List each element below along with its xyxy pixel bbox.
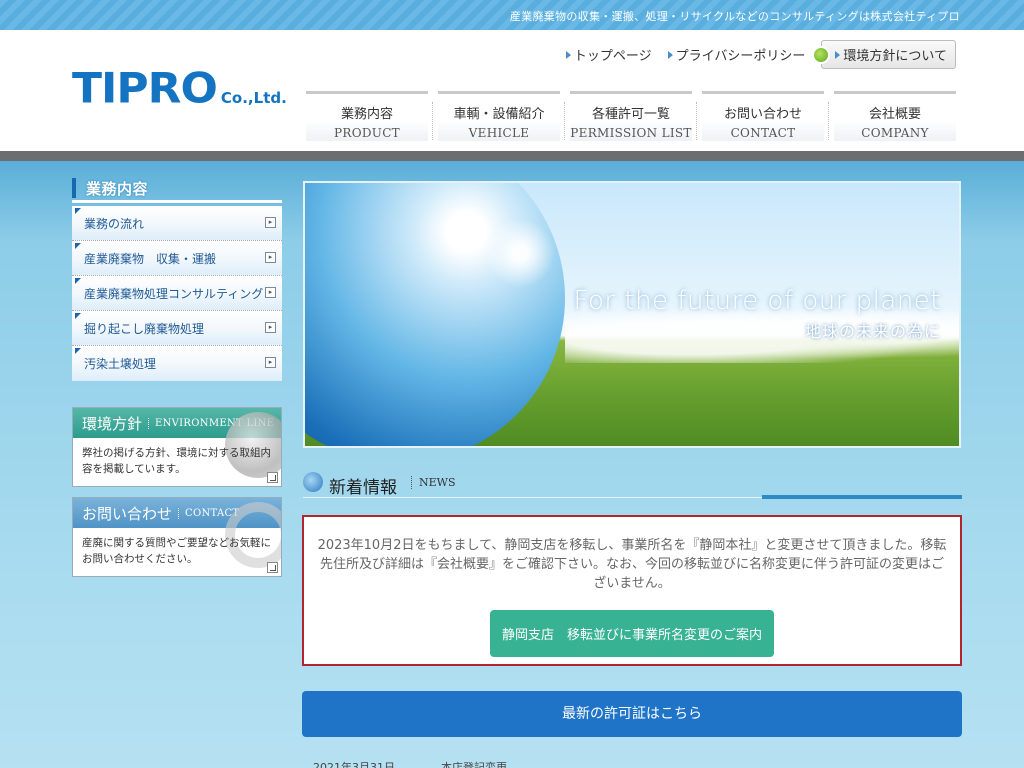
banner-text: 弊社の掲げる方針、環境に対する取組内容を掲載しています。 xyxy=(82,447,271,475)
nav-label-en: VEHICLE xyxy=(468,126,530,140)
relocation-notice: 2023年10月2日をもちまして、静岡支店を移転し、事業所名を『静岡本社』と変更… xyxy=(302,515,962,666)
privacy-link[interactable]: プライバシーポリシー xyxy=(667,45,806,64)
environment-banner[interactable]: 環境方針 ENVIRONMENT LINE 弊社の掲げる方針、環境に対する取組内… xyxy=(72,407,282,487)
latest-permit-button[interactable]: 最新の許可証はこちら xyxy=(302,691,962,737)
site-tagline: 産業廃棄物の収集・運搬、処理・リサイクルなどのコンサルティングは株式会社ティプロ xyxy=(509,10,960,23)
notice-text: 2023年10月2日をもちまして、静岡支店を移転し、事業所名を『静岡本社』と変更… xyxy=(317,538,947,591)
news-item-title: 本店登記変更 xyxy=(441,761,507,768)
sidebar-item-contaminated-soil[interactable]: 汚染土壌処理 ▸ xyxy=(72,346,282,381)
sidebar-item-workflow[interactable]: 業務の流れ ▸ xyxy=(72,206,282,241)
news-title-en: NEWS xyxy=(411,476,456,489)
pen-icon xyxy=(303,472,323,492)
relocation-notice-button[interactable]: 静岡支店 移転並びに事業所名変更のご案内 xyxy=(489,610,774,657)
nav-permission-list[interactable]: 各種許可一覧 PERMISSION LIST xyxy=(564,91,692,141)
sidebar-item-label: 掘り起こし廃棄物処理 xyxy=(84,321,205,336)
nav-label-ja: 業務内容 xyxy=(340,107,393,122)
arrow-corner-icon xyxy=(267,562,278,573)
nav-label-en: PRODUCT xyxy=(334,126,400,140)
sidebar-item-label: 産業廃棄物 収集・運搬 xyxy=(84,251,217,266)
sidebar-item-consulting[interactable]: 産業廃棄物処理コンサルティング ▸ xyxy=(72,276,282,311)
logo-main-text: TIPRO xyxy=(72,64,218,113)
banner-title: お問い合わせ xyxy=(82,504,173,523)
nav-label-en: PERMISSION LIST xyxy=(570,126,692,140)
logo-sub-text: Co.,Ltd. xyxy=(220,89,287,107)
arrow-corner-icon xyxy=(267,472,278,483)
arrow-icon xyxy=(565,50,571,59)
sidebar: 業務内容 業務の流れ ▸ 産業廃棄物 収集・運搬 ▸ 産業廃棄物処理コンサルティ… xyxy=(72,178,282,381)
nav-label-ja: お問い合わせ xyxy=(723,107,802,122)
top-page-link[interactable]: トップページ xyxy=(565,45,652,64)
global-nav: 業務内容 PRODUCT 車輌・設備紹介 VEHICLE 各種許可一覧 PERM… xyxy=(306,91,956,141)
chevron-right-icon: ▸ xyxy=(265,252,276,263)
chevron-right-icon: ▸ xyxy=(265,322,276,333)
nav-label-en: CONTACT xyxy=(730,126,796,140)
sidebar-title: 業務内容 xyxy=(72,178,282,198)
env-policy-label: 環境方針について xyxy=(843,49,947,64)
nav-vehicle[interactable]: 車輌・設備紹介 VEHICLE xyxy=(432,91,560,141)
sidebar-item-label: 産業廃棄物処理コンサルティング xyxy=(84,286,264,301)
nav-label-ja: 各種許可一覧 xyxy=(591,107,670,122)
news-heading: 新着情報 NEWS xyxy=(303,470,962,500)
chevron-right-icon: ▸ xyxy=(265,357,276,368)
sidebar-menu: 業務の流れ ▸ 産業廃棄物 収集・運搬 ▸ 産業廃棄物処理コンサルティング ▸ … xyxy=(72,206,282,381)
nav-label-en: COMPANY xyxy=(861,126,929,140)
leaf-icon xyxy=(812,45,831,64)
top-page-label: トップページ xyxy=(573,49,652,64)
contact-banner[interactable]: お問い合わせ CONTACT 産廃に関する質問やご要望などお気軽にお問い合わせく… xyxy=(72,497,282,577)
banner-title: 環境方針 xyxy=(82,414,143,433)
sidebar-item-label: 汚染土壌処理 xyxy=(84,357,157,371)
news-title: 新着情報 xyxy=(329,478,397,498)
nav-company[interactable]: 会社概要 COMPANY xyxy=(828,91,956,141)
company-logo[interactable]: TIPRO Co.,Ltd. xyxy=(72,64,287,113)
top-links: トップページ プライバシーポリシー 環境方針について xyxy=(565,40,956,69)
chevron-right-icon: ▸ xyxy=(265,287,276,298)
sidebar-item-collection-transport[interactable]: 産業廃棄物 収集・運搬 ▸ xyxy=(72,241,282,276)
news-date: 2021年3月31日 xyxy=(313,761,395,768)
banner-text: 産廃に関する質問やご要望などお気軽にお問い合わせください。 xyxy=(82,537,271,565)
env-policy-button[interactable]: 環境方針について xyxy=(812,40,956,69)
nav-label-ja: 車輌・設備紹介 xyxy=(453,107,545,122)
hero-heading-ja: 地球の未来の為に xyxy=(804,322,941,341)
news-list-item[interactable]: 2021年3月31日 本店登記変更 xyxy=(313,759,507,768)
arrow-icon xyxy=(835,50,841,59)
sidebar-item-label: 業務の流れ xyxy=(84,216,145,231)
sidebar-item-excavated-waste[interactable]: 掘り起こし廃棄物処理 ▸ xyxy=(72,311,282,346)
privacy-label: プライバシーポリシー xyxy=(675,49,806,64)
hero-heading-en: For the future of our planet xyxy=(573,286,941,316)
nav-label-ja: 会社概要 xyxy=(868,107,921,122)
hero-image: For the future of our planet 地球の未来の為に xyxy=(303,181,961,448)
header: TIPRO Co.,Ltd. トップページ プライバシーポリシー 環境方針につい… xyxy=(0,30,1024,151)
nav-product[interactable]: 業務内容 PRODUCT xyxy=(306,91,428,141)
light-glow-graphic xyxy=(485,218,555,288)
chevron-right-icon: ▸ xyxy=(265,217,276,228)
news-underline-accent xyxy=(762,495,962,499)
nav-contact[interactable]: お問い合わせ CONTACT xyxy=(696,91,824,141)
header-divider xyxy=(0,151,1024,161)
arrow-icon xyxy=(667,50,673,59)
top-strip: 産業廃棄物の収集・運搬、処理・リサイクルなどのコンサルティングは株式会社ティプロ xyxy=(0,0,1024,30)
sidebar-title-underline xyxy=(72,200,282,203)
